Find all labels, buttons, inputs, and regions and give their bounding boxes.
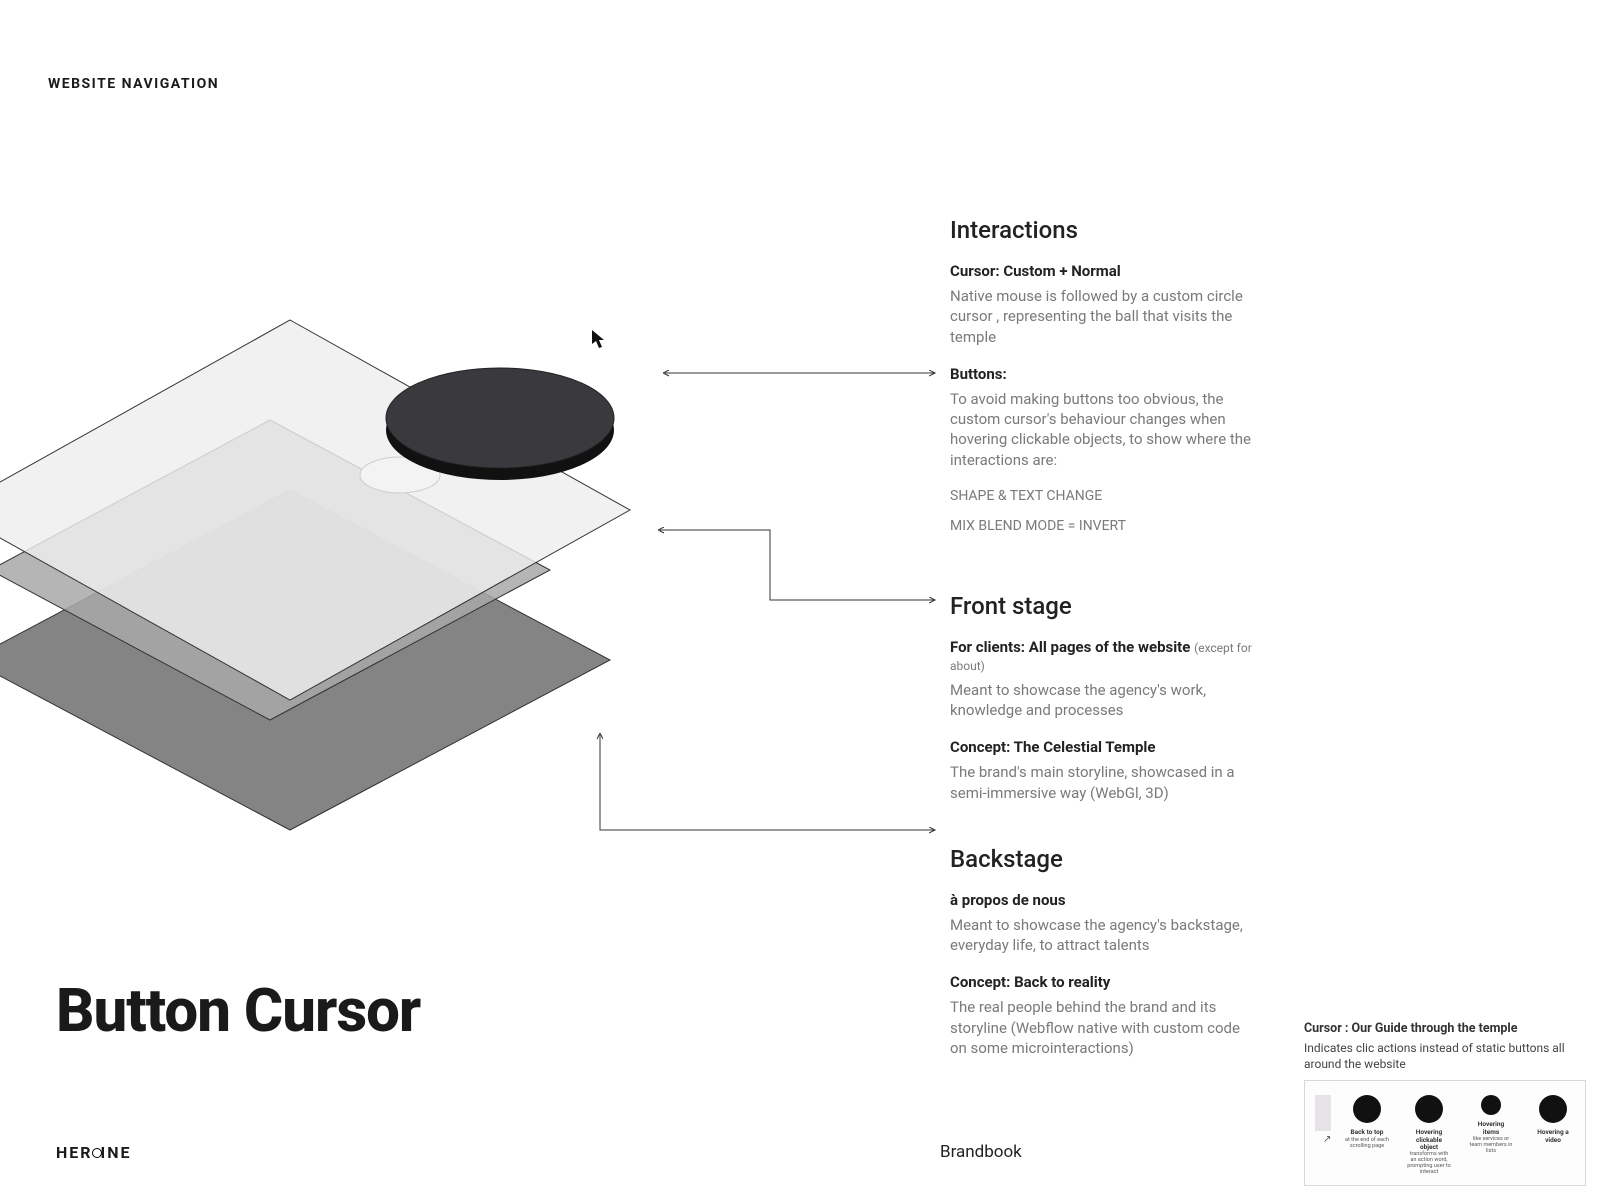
- cursor-label: Cursor: Custom + Normal: [950, 262, 1260, 280]
- section-backstage: Backstage à propos de nous Meant to show…: [950, 845, 1260, 1058]
- cursor-example: Hovering a video: [1531, 1095, 1575, 1143]
- sidecard-title: Cursor : Our Guide through the temple: [1304, 1021, 1586, 1036]
- cursor-example: Back to top at the end of each scrolling…: [1345, 1095, 1389, 1148]
- section-title: Interactions: [950, 216, 1260, 244]
- buttons-label: Buttons:: [950, 365, 1260, 383]
- about-body: Meant to showcase the agency's backstage…: [950, 915, 1260, 956]
- clients-label: For clients: All pages of the website (e…: [950, 638, 1260, 674]
- brand-logo: HERINE: [56, 1143, 132, 1162]
- about-label: à propos de nous: [950, 891, 1260, 909]
- cursor-dot-icon: [1481, 1095, 1501, 1115]
- breadcrumb: WEBSITE NAVIGATION: [48, 76, 219, 92]
- cursor-dot-icon: [1415, 1095, 1443, 1123]
- section-frontstage: Front stage For clients: All pages of th…: [950, 592, 1260, 803]
- text-column: Interactions Cursor: Custom + Normal Nat…: [950, 216, 1260, 1088]
- concept-label: Concept: Back to reality: [950, 973, 1260, 991]
- concept-label: Concept: The Celestial Temple: [950, 738, 1260, 756]
- clients-body: Meant to showcase the agency's work, kno…: [950, 680, 1260, 721]
- concept-body: The brand's main storyline, showcased in…: [950, 762, 1260, 803]
- cursor-dot-icon: [1539, 1095, 1567, 1123]
- sidecard-body: Indicates clic actions instead of static…: [1304, 1040, 1586, 1072]
- page-title: Button Cursor: [56, 975, 420, 1046]
- cursor-example: Hovering items like services or team mem…: [1469, 1095, 1513, 1153]
- section-interactions: Interactions Cursor: Custom + Normal Nat…: [950, 216, 1260, 534]
- layers-diagram: [0, 180, 730, 860]
- note-blend-mode: MIX BLEND MODE = INVERT: [950, 518, 1260, 534]
- note-shape-change: SHAPE & TEXT CHANGE: [950, 488, 1260, 504]
- cursor-dot-icon: [1353, 1095, 1381, 1123]
- sidecard-panel: Back to top at the end of each scrolling…: [1304, 1080, 1586, 1186]
- concept-body: The real people behind the brand and its…: [950, 997, 1260, 1058]
- sidecard-thumbnail: [1315, 1095, 1331, 1131]
- section-title: Backstage: [950, 845, 1260, 873]
- buttons-body: To avoid making buttons too obvious, the…: [950, 389, 1260, 470]
- cursor-body: Native mouse is followed by a custom cir…: [950, 286, 1260, 347]
- cursor-guide-card: Cursor : Our Guide through the temple In…: [1304, 1021, 1586, 1186]
- cursor-example: Hovering clickable object transforms wit…: [1407, 1095, 1451, 1175]
- section-title: Front stage: [950, 592, 1260, 620]
- doc-name: Brandbook: [940, 1142, 1022, 1162]
